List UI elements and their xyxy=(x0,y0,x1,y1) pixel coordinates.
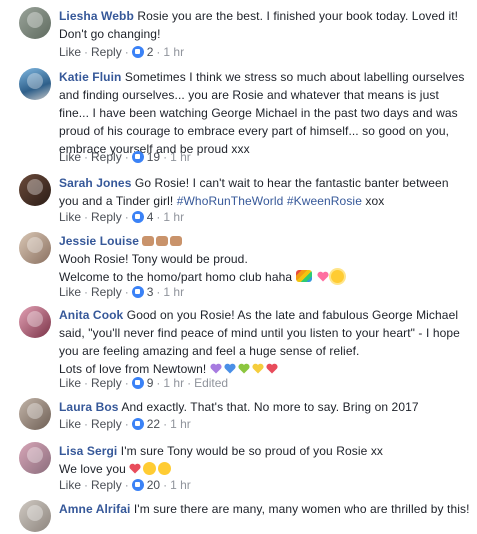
purple-heart-emoji-icon xyxy=(210,363,222,374)
comment-body: Sarah Jones Go Rosie! I can't wait to he… xyxy=(59,174,470,210)
comment-text: Welcome to the homo/part homo club haha xyxy=(59,270,293,284)
red-heart-emoji-icon xyxy=(129,463,141,474)
comment-body: Jessie Louise Wooh Rosie! Tony would be … xyxy=(59,232,470,286)
comment-actions: Like · Reply · 20 · 1 hr xyxy=(59,478,191,492)
sun-emoji-icon xyxy=(331,270,345,283)
author-name[interactable]: Liesha Webb xyxy=(59,9,134,23)
reply-link[interactable]: Reply xyxy=(91,285,122,299)
comment-body: Anita Cook Good on you Rosie! As the lat… xyxy=(59,306,470,378)
like-link[interactable]: Like xyxy=(59,417,81,431)
like-icon[interactable] xyxy=(131,46,144,58)
comment-body: Laura Bos And exactly. That's that. No m… xyxy=(59,398,470,416)
comment-text: I'm sure Tony would be so proud of you R… xyxy=(120,444,384,458)
timestamp[interactable]: 1 hr xyxy=(163,45,184,59)
heart-eyes-emoji-icon xyxy=(143,462,157,475)
like-icon[interactable] xyxy=(131,286,144,298)
raised-hands-emoji-icon xyxy=(156,236,169,246)
author-name[interactable]: Lisa Sergi xyxy=(59,444,117,458)
timestamp[interactable]: 1 hr xyxy=(163,210,184,224)
like-icon[interactable] xyxy=(131,418,144,430)
timestamp[interactable]: 1 hr xyxy=(170,150,191,164)
like-icon[interactable] xyxy=(131,151,144,163)
reply-link[interactable]: Reply xyxy=(91,417,122,431)
comment-actions: Like · Reply · 19 · 1 hr xyxy=(59,150,191,164)
reply-link[interactable]: Reply xyxy=(91,150,122,164)
comment-text: Lots of love from Newtown! xyxy=(59,362,207,376)
avatar[interactable] xyxy=(19,232,51,264)
like-link[interactable]: Like xyxy=(59,150,81,164)
like-link[interactable]: Like xyxy=(59,285,81,299)
author-name[interactable]: Jessie Louise xyxy=(59,234,139,248)
like-link[interactable]: Like xyxy=(59,210,81,224)
reply-link[interactable]: Reply xyxy=(91,45,122,59)
reply-link[interactable]: Reply xyxy=(91,478,122,492)
like-link[interactable]: Like xyxy=(59,478,81,492)
comment-actions: Like · Reply · 2 · 1 hr xyxy=(59,45,185,59)
comment-text: And exactly. That's that. No more to say… xyxy=(121,400,419,414)
author-name[interactable]: Amne Alrifai xyxy=(59,502,130,516)
avatar[interactable] xyxy=(19,306,51,338)
like-link[interactable]: Like xyxy=(59,376,81,390)
timestamp[interactable]: 1 hr xyxy=(170,478,191,492)
avatar[interactable] xyxy=(19,174,51,206)
red-heart-emoji-icon xyxy=(266,363,278,374)
raised-hands-emoji-icon xyxy=(142,236,155,246)
like-icon[interactable] xyxy=(131,211,144,223)
comment-body: Liesha Webb Rosie you are the best. I fi… xyxy=(59,7,470,43)
author-name[interactable]: Anita Cook xyxy=(59,308,123,322)
comment-body: Katie Fluin Sometimes I think we stress … xyxy=(59,68,470,158)
comment-body: Lisa Sergi I'm sure Tony would be so pro… xyxy=(59,442,470,478)
like-count[interactable]: 22 xyxy=(147,417,160,431)
like-icon[interactable] xyxy=(131,479,144,491)
avatar[interactable] xyxy=(19,7,51,39)
avatar[interactable] xyxy=(19,442,51,474)
kissing-face-emoji-icon xyxy=(158,462,172,475)
comment-actions: Like · Reply · 9 · 1 hr · Edited xyxy=(59,376,229,390)
green-heart-emoji-icon xyxy=(238,363,250,374)
comment-text: I'm sure there are many, many women who … xyxy=(133,502,470,516)
avatar[interactable] xyxy=(19,398,51,430)
blue-heart-emoji-icon xyxy=(224,363,236,374)
comment-text: We love you xyxy=(59,462,126,476)
edited-label[interactable]: Edited xyxy=(194,376,228,390)
author-name[interactable]: Katie Fluin xyxy=(59,70,121,84)
timestamp[interactable]: 1 hr xyxy=(163,376,184,390)
author-name[interactable]: Sarah Jones xyxy=(59,176,131,190)
hashtag-link[interactable]: #KweenRosie xyxy=(287,194,362,208)
like-count[interactable]: 20 xyxy=(147,478,160,492)
yellow-heart-emoji-icon xyxy=(252,363,264,374)
raised-hands-emoji-icon xyxy=(170,236,183,246)
reply-link[interactable]: Reply xyxy=(91,376,122,390)
rainbow-emoji-icon xyxy=(295,270,312,282)
comment-body: Amne Alrifai I'm sure there are many, ma… xyxy=(59,500,470,518)
timestamp[interactable]: 1 hr xyxy=(170,417,191,431)
timestamp[interactable]: 1 hr xyxy=(163,285,184,299)
comment-text: xox xyxy=(365,194,385,208)
like-count[interactable]: 19 xyxy=(147,150,160,164)
comment-text: Wooh Rosie! Tony would be proud. xyxy=(59,252,248,266)
author-name[interactable]: Laura Bos xyxy=(59,400,119,414)
avatar[interactable] xyxy=(19,500,51,532)
like-icon[interactable] xyxy=(131,377,144,389)
comment-actions: Like · Reply · 4 · 1 hr xyxy=(59,210,185,224)
comment-actions: Like · Reply · 3 · 1 hr xyxy=(59,285,185,299)
hashtag-link[interactable]: #WhoRunTheWorld xyxy=(177,194,284,208)
like-link[interactable]: Like xyxy=(59,45,81,59)
reply-link[interactable]: Reply xyxy=(91,210,122,224)
comment-actions: Like · Reply · 22 · 1 hr xyxy=(59,417,191,431)
avatar[interactable] xyxy=(19,68,51,100)
heart-emoji-icon xyxy=(317,271,329,282)
